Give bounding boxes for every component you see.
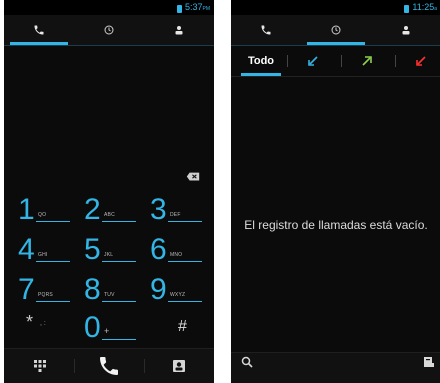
key-underline — [102, 301, 136, 302]
incoming-call-icon — [308, 56, 318, 66]
key-6[interactable]: 6 MNO — [146, 232, 206, 268]
tab-recent[interactable] — [301, 15, 371, 45]
key-letters: PQRS — [38, 292, 53, 298]
key-underline — [36, 221, 70, 222]
phone-icon — [261, 25, 271, 35]
key-4[interactable]: 4 GHI — [14, 232, 74, 268]
tab-indicator — [10, 42, 68, 45]
empty-call-log-message: El registro de llamadas está vacío. — [244, 218, 428, 232]
key-hash[interactable]: # — [178, 318, 187, 336]
add-contact-button[interactable] — [149, 349, 209, 383]
status-bar: 11:25a — [231, 0, 440, 15]
key-letters: + — [104, 326, 110, 336]
divider — [341, 55, 342, 67]
key-letters: ABC — [104, 212, 115, 218]
filter-missed[interactable] — [403, 46, 439, 76]
tab-contacts[interactable] — [371, 15, 440, 45]
key-letters: QO — [38, 212, 47, 218]
key-digit: 8 — [84, 273, 101, 306]
filter-all[interactable]: Todo — [241, 46, 281, 76]
key-8[interactable]: 8 TUV — [80, 272, 140, 308]
clock-icon — [331, 25, 341, 35]
key-letters: DEF — [170, 212, 181, 218]
battery-icon — [176, 4, 182, 13]
key-letters: JKL — [104, 252, 114, 258]
key-digit: 5 — [84, 233, 101, 266]
key-letters: MNO — [170, 252, 183, 258]
dialpad-button[interactable] — [10, 349, 70, 383]
key-0[interactable]: 0 + — [80, 310, 140, 346]
missed-call-icon — [416, 56, 426, 66]
search-button[interactable] — [241, 355, 253, 373]
key-underline — [168, 221, 202, 222]
key-letters: WXYZ — [170, 292, 186, 298]
key-letters: GHI — [38, 252, 48, 258]
dialer-bottom-bar — [4, 348, 214, 383]
call-log-screen: 11:25a Todo El registro de llamadas está… — [231, 0, 440, 383]
tab-phone[interactable] — [4, 15, 74, 45]
key-7[interactable]: 7 PQRS — [14, 272, 74, 308]
divider — [287, 55, 288, 67]
tab-phone[interactable] — [231, 15, 301, 45]
backspace-icon[interactable] — [186, 172, 200, 181]
divider — [395, 55, 396, 67]
status-clock: 5:37PM — [184, 2, 210, 13]
key-underline — [36, 261, 70, 262]
key-digit: 7 — [18, 273, 35, 306]
divider — [74, 359, 75, 373]
menu-icon — [424, 357, 434, 367]
tab-recent[interactable] — [74, 15, 144, 45]
key-1[interactable]: 1 QO — [14, 192, 74, 228]
key-digit: 1 — [18, 193, 35, 226]
call-log-bottom-bar — [231, 352, 440, 383]
key-digit: 2 — [84, 193, 101, 226]
key-digit: 6 — [150, 233, 167, 266]
key-underline — [102, 221, 136, 222]
tab-contacts[interactable] — [144, 15, 214, 45]
clock-icon — [104, 25, 114, 35]
key-underline — [36, 301, 70, 302]
dialer-screen: 5:37PM 1 QO 2 ABC 3 DEF 4 GHI 5 JKL 6 MN… — [4, 0, 214, 383]
tab-indicator — [307, 42, 365, 45]
key-letters: TUV — [104, 292, 115, 298]
add-contact-icon — [173, 360, 185, 372]
key-underline — [102, 261, 136, 262]
filter-incoming[interactable] — [295, 46, 331, 76]
key-2[interactable]: 2 ABC — [80, 192, 140, 228]
outgoing-call-icon — [362, 56, 372, 66]
menu-button[interactable] — [423, 355, 435, 373]
dialer-blank-area — [4, 46, 214, 166]
tab-bar — [4, 15, 214, 46]
key-digit: 3 — [150, 193, 167, 226]
call-filter-tabs: Todo — [231, 46, 440, 77]
key-5[interactable]: 5 JKL — [80, 232, 140, 268]
contact-icon — [175, 26, 183, 35]
status-clock: 11:25a — [412, 2, 437, 13]
key-underline — [102, 339, 136, 340]
key-star-extra: , : — [40, 320, 46, 327]
divider — [144, 359, 145, 373]
key-digit: 4 — [18, 233, 35, 266]
tab-bar — [231, 15, 440, 46]
key-9[interactable]: 9 WXYZ — [146, 272, 206, 308]
call-button[interactable] — [79, 349, 139, 383]
phone-icon — [34, 25, 44, 35]
key-underline — [168, 301, 202, 302]
key-underline — [168, 261, 202, 262]
key-3[interactable]: 3 DEF — [146, 192, 206, 228]
filter-outgoing[interactable] — [349, 46, 385, 76]
dialpad-icon — [34, 360, 46, 372]
filter-indicator — [241, 73, 281, 76]
digits-field[interactable] — [4, 166, 214, 186]
key-star[interactable]: * — [26, 312, 33, 333]
battery-icon — [404, 4, 410, 13]
key-digit: 9 — [150, 273, 167, 306]
call-icon — [100, 357, 118, 375]
search-icon — [241, 356, 253, 368]
contact-icon — [402, 26, 410, 35]
key-digit: 0 — [84, 311, 101, 344]
status-bar: 5:37PM — [4, 0, 214, 15]
